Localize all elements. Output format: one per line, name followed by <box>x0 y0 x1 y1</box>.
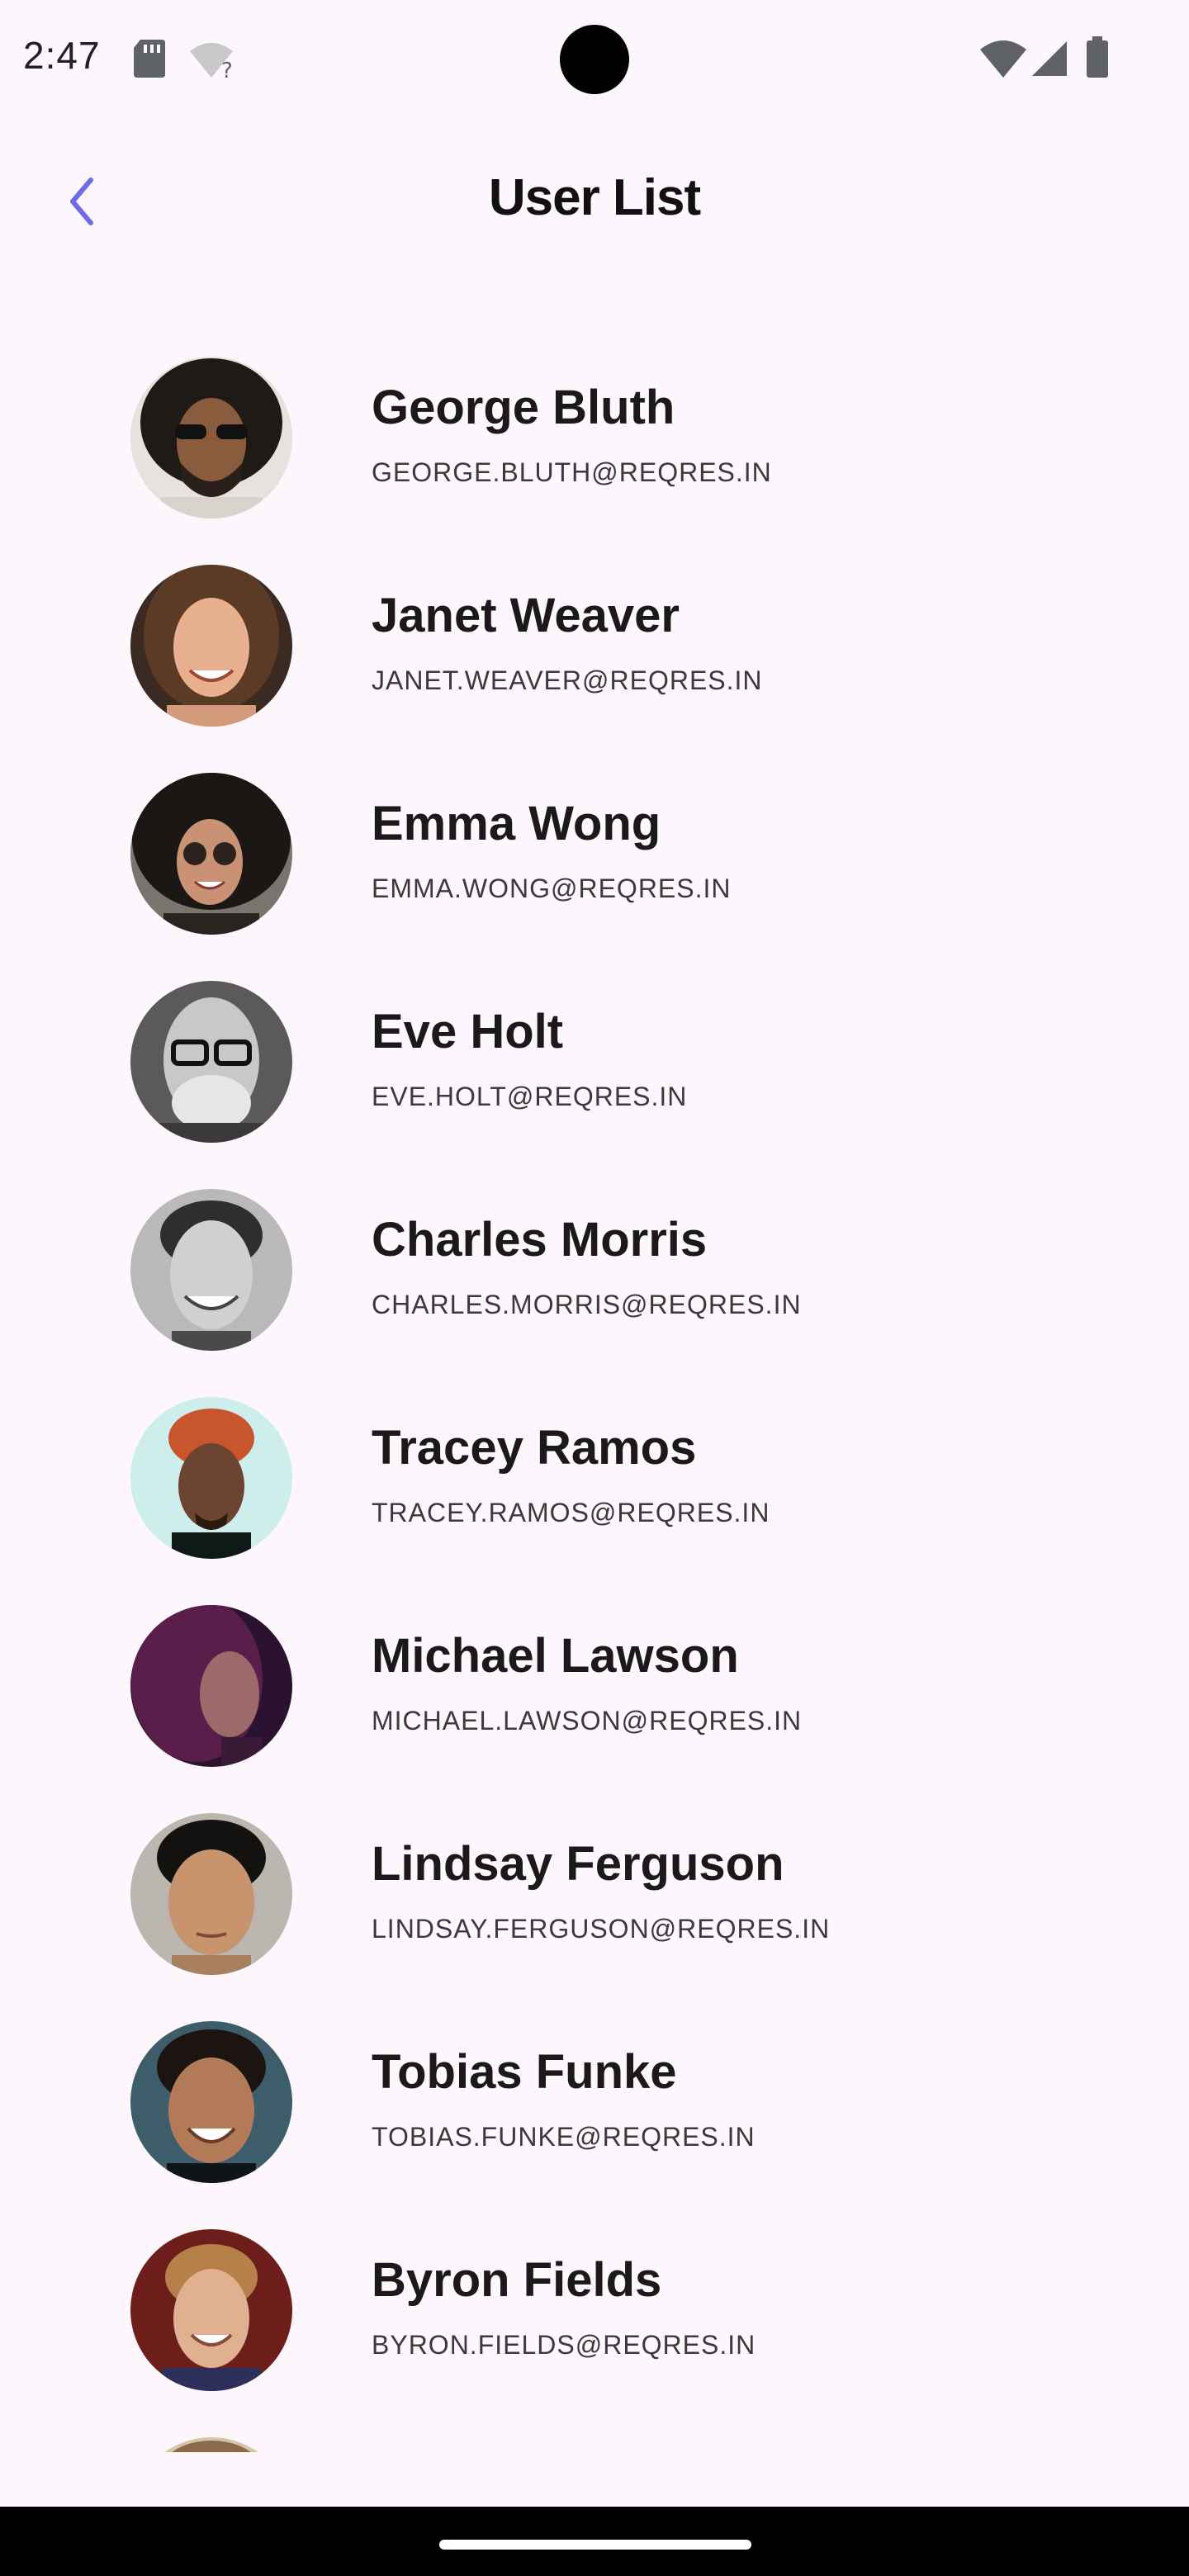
user-name: Eve Holt <box>372 1005 564 1058</box>
status-bar: 2:47 ? <box>0 0 1189 119</box>
user-name: Charles Morris <box>372 1213 708 1267</box>
home-gesture-handle[interactable] <box>439 2540 751 2550</box>
user-email: LINDSAY.FERGUSON@REQRES.IN <box>372 1914 831 1944</box>
sd-card-icon <box>134 40 165 78</box>
user-name: George Bluth <box>372 381 675 434</box>
user-name: Tracey Ramos <box>372 1421 697 1475</box>
user-name: Tobias Funke <box>372 2045 677 2099</box>
user-name: Byron Fields <box>372 2253 662 2307</box>
user-email: CHARLES.MORRIS@REQRES.IN <box>372 1290 802 1319</box>
avatar <box>130 1813 292 1975</box>
avatar <box>130 773 292 935</box>
avatar <box>130 1397 292 1559</box>
user-list-item[interactable]: Byron Fields BYRON.FIELDS@REQRES.IN <box>0 2186 1189 2394</box>
avatar <box>130 981 292 1143</box>
user-list-item[interactable]: Tracey Ramos TRACEY.RAMOS@REQRES.IN <box>0 1354 1189 1562</box>
user-list-item[interactable]: Lindsay Ferguson LINDSAY.FERGUSON@REQRES… <box>0 1770 1189 1978</box>
user-email: TRACEY.RAMOS@REQRES.IN <box>372 1498 770 1527</box>
status-time: 2:47 <box>23 34 101 77</box>
avatar <box>130 357 292 519</box>
cell-signal-icon <box>1032 41 1067 76</box>
user-name: Janet Weaver <box>372 589 680 642</box>
user-list-item[interactable]: Janet Weaver JANET.WEAVER@REQRES.IN <box>0 522 1189 730</box>
user-name: Michael Lawson <box>372 1629 739 1683</box>
user-email: TOBIAS.FUNKE@REQRES.IN <box>372 2122 756 2152</box>
user-name: Lindsay Ferguson <box>372 1837 784 1891</box>
wifi-question-icon: ? <box>190 43 233 81</box>
avatar <box>130 2229 292 2391</box>
user-list-item[interactable]: Eve Holt EVE.HOLT@REQRES.IN <box>0 938 1189 1146</box>
page-title: User List <box>488 169 701 226</box>
svg-text:?: ? <box>221 59 233 81</box>
user-list[interactable]: George Bluth GEORGE.BLUTH@REQRES.IN Jane… <box>0 314 1189 2452</box>
camera-cutout <box>560 25 629 94</box>
user-list-item[interactable]: Michael Lawson MICHAEL.LAWSON@REQRES.IN <box>0 1562 1189 1770</box>
avatar <box>130 2437 292 2452</box>
user-email: EMMA.WONG@REQRES.IN <box>372 874 732 903</box>
avatar <box>130 1189 292 1351</box>
avatar <box>130 565 292 727</box>
user-email: EVE.HOLT@REQRES.IN <box>372 1082 688 1111</box>
wifi-icon <box>980 40 1026 78</box>
user-list-item[interactable]: Tobias Funke TOBIAS.FUNKE@REQRES.IN <box>0 1978 1189 2186</box>
navigation-bar <box>0 2507 1189 2576</box>
avatar <box>130 2021 292 2183</box>
user-list-item[interactable]: Charles Morris CHARLES.MORRIS@REQRES.IN <box>0 1146 1189 1354</box>
user-list-item[interactable] <box>0 2394 1189 2452</box>
user-email: BYRON.FIELDS@REQRES.IN <box>372 2330 756 2360</box>
user-email: MICHAEL.LAWSON@REQRES.IN <box>372 1706 803 1735</box>
user-list-item[interactable]: George Bluth GEORGE.BLUTH@REQRES.IN <box>0 314 1189 522</box>
battery-icon <box>1087 36 1108 78</box>
app-bar: User List <box>0 119 1189 284</box>
avatar <box>130 1605 292 1767</box>
user-email: JANET.WEAVER@REQRES.IN <box>372 665 763 695</box>
user-list-item[interactable]: Emma Wong EMMA.WONG@REQRES.IN <box>0 730 1189 938</box>
user-name: Emma Wong <box>372 797 661 850</box>
user-email: GEORGE.BLUTH@REQRES.IN <box>372 457 772 487</box>
